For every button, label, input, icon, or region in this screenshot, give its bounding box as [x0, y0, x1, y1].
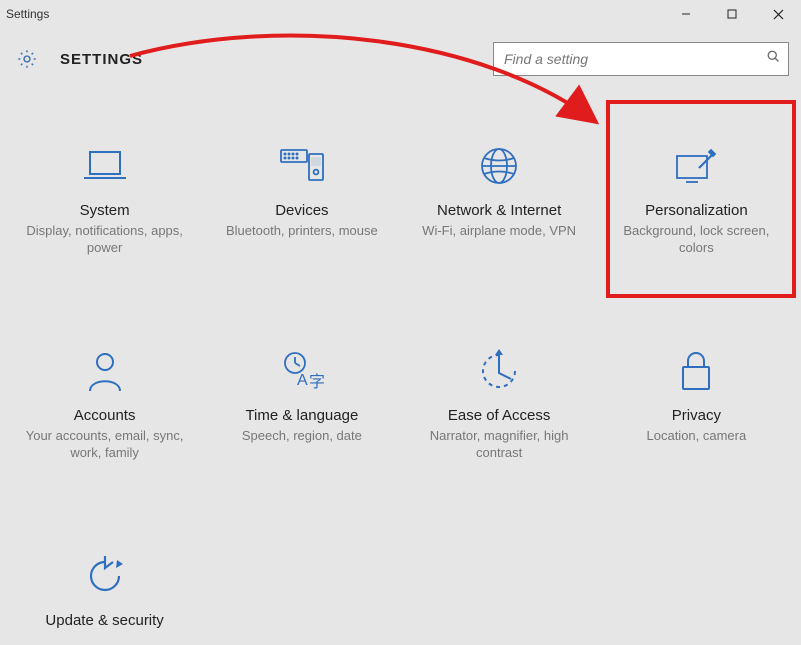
tile-desc: Speech, region, date — [211, 428, 392, 445]
gear-icon — [16, 48, 38, 70]
laptop-icon — [14, 142, 195, 190]
tile-desc: Location, camera — [606, 428, 787, 445]
close-button[interactable] — [755, 0, 801, 28]
globe-icon — [409, 142, 590, 190]
tile-title: Accounts — [14, 407, 195, 424]
tile-accounts[interactable]: Accounts Your accounts, email, sync, wor… — [6, 339, 203, 474]
personalization-icon — [606, 142, 787, 190]
tile-desc: Bluetooth, printers, mouse — [211, 223, 392, 240]
tile-network[interactable]: Network & Internet Wi-Fi, airplane mode,… — [401, 134, 598, 269]
header: SETTINGS — [0, 28, 801, 84]
tile-title: Personalization — [606, 202, 787, 219]
ease-of-access-icon — [409, 347, 590, 395]
tile-personalization[interactable]: Personalization Background, lock screen,… — [598, 134, 795, 269]
tile-time-language[interactable]: A 字 Time & language Speech, region, date — [203, 339, 400, 474]
svg-text:字: 字 — [309, 373, 325, 391]
search-container — [493, 42, 789, 76]
tile-devices[interactable]: Devices Bluetooth, printers, mouse — [203, 134, 400, 269]
tile-desc: Background, lock screen, colors — [606, 223, 787, 257]
update-icon — [14, 552, 195, 600]
tile-update-security[interactable]: Update & security — [6, 544, 203, 645]
search-input[interactable] — [493, 42, 789, 76]
search-icon — [766, 49, 781, 69]
titlebar: Settings — [0, 0, 801, 28]
window-controls — [663, 0, 801, 28]
person-icon — [14, 347, 195, 395]
tile-privacy[interactable]: Privacy Location, camera — [598, 339, 795, 474]
tile-desc: Display, notifications, apps, power — [14, 223, 195, 257]
devices-icon — [211, 142, 392, 190]
tile-title: Time & language — [211, 407, 392, 424]
page-title: SETTINGS — [60, 51, 143, 68]
lock-icon — [606, 347, 787, 395]
tile-desc: Narrator, magnifier, high contrast — [409, 428, 590, 462]
tile-title: Devices — [211, 202, 392, 219]
maximize-button[interactable] — [709, 0, 755, 28]
tile-desc: Your accounts, email, sync, work, family — [14, 428, 195, 462]
tile-system[interactable]: System Display, notifications, apps, pow… — [6, 134, 203, 269]
tile-title: Privacy — [606, 407, 787, 424]
tile-desc: Wi-Fi, airplane mode, VPN — [409, 223, 590, 240]
time-language-icon: A 字 — [211, 347, 392, 395]
minimize-button[interactable] — [663, 0, 709, 28]
tile-title: Update & security — [14, 612, 195, 629]
settings-grid: System Display, notifications, apps, pow… — [0, 84, 801, 645]
tile-title: Ease of Access — [409, 407, 590, 424]
tile-title: System — [14, 202, 195, 219]
window-title: Settings — [6, 7, 49, 21]
tile-ease-of-access[interactable]: Ease of Access Narrator, magnifier, high… — [401, 339, 598, 474]
svg-text:A: A — [297, 372, 308, 389]
tile-title: Network & Internet — [409, 202, 590, 219]
